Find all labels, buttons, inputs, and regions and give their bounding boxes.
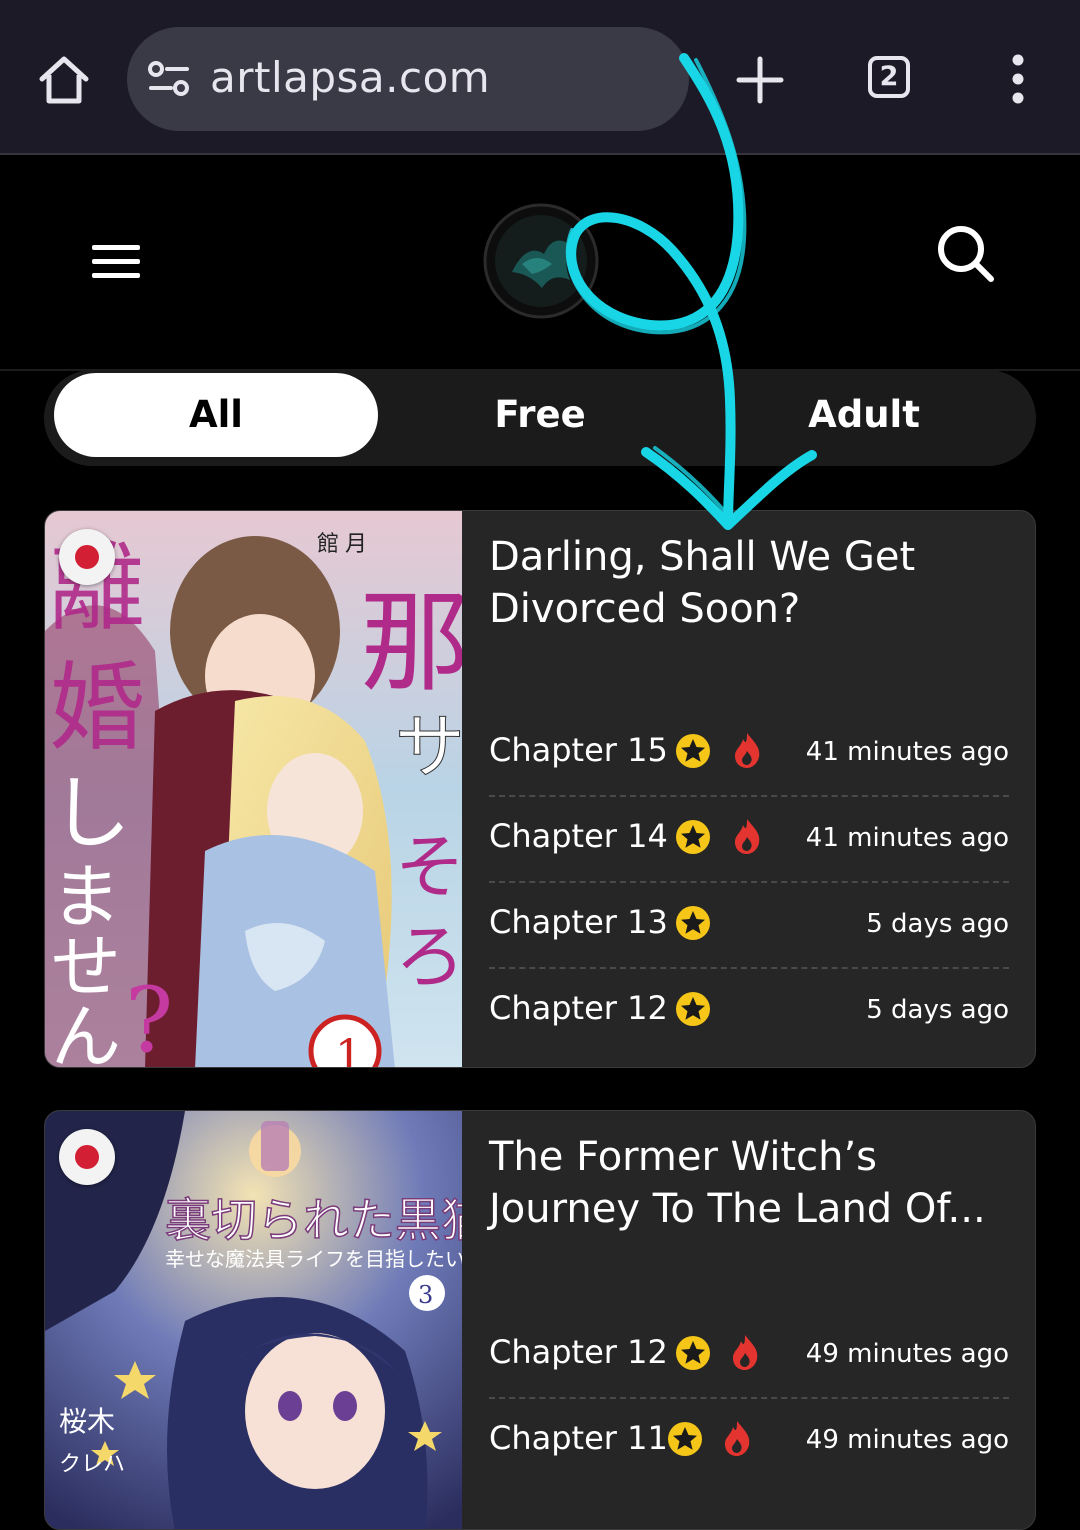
svg-text:婚: 婚: [49, 652, 145, 764]
japan-flag-icon: [59, 529, 115, 585]
manga-title[interactable]: Darling, Shall We Get Divorced Soon?: [489, 531, 1019, 635]
svg-text:那: 那: [360, 579, 462, 707]
cover-image[interactable]: 裏切られた黒猫 幸せな魔法具ライフを目指したい 3 桜木 クレハ: [45, 1111, 462, 1529]
svg-text:幸せな魔法具ライフを目指したい: 幸せな魔法具ライフを目指したい: [165, 1247, 462, 1271]
svg-text:クレハ: クレハ: [59, 1452, 125, 1477]
chapter-list: Chapter 15 41 minutes ago Chapter 14 41 …: [489, 711, 1009, 1055]
manga-card[interactable]: 裏切られた黒猫 幸せな魔法具ライフを目指したい 3 桜木 クレハ The For…: [44, 1110, 1036, 1530]
manga-title[interactable]: The Former Witch’s Journey To The Land O…: [489, 1131, 1019, 1235]
star-icon: [675, 819, 711, 855]
cover-image[interactable]: 離 婚 し ま せ ん 那 サ そ ろ ? 1 館 月: [45, 511, 462, 1067]
chapter-name[interactable]: Chapter 15: [489, 731, 668, 769]
star-icon: [675, 991, 711, 1027]
manga-card[interactable]: 離 婚 し ま せ ん 那 サ そ ろ ? 1 館 月 Darling, Sha…: [44, 510, 1036, 1068]
svg-text:?: ?: [125, 968, 173, 1067]
svg-text:館: 館: [317, 532, 339, 557]
svg-text:ろ: ろ: [395, 916, 462, 998]
chapter-time: 41 minutes ago: [805, 737, 1009, 767]
site-settings-icon[interactable]: [147, 60, 191, 98]
chapter-time: 49 minutes ago: [805, 1425, 1009, 1455]
chapter-name[interactable]: Chapter 14: [489, 817, 668, 855]
svg-text:ん: ん: [51, 996, 121, 1067]
url-text[interactable]: artlapsa.com: [210, 53, 490, 102]
site-logo[interactable]: [482, 202, 600, 320]
chapter-row[interactable]: Chapter 14 41 minutes ago: [489, 797, 1009, 883]
svg-text:裏切られた黒猫: 裏切られた黒猫: [165, 1193, 462, 1247]
fire-icon: [721, 1419, 753, 1457]
address-bar[interactable]: artlapsa.com: [127, 27, 689, 131]
star-icon: [675, 733, 711, 769]
fire-icon: [729, 1333, 761, 1371]
tab-free[interactable]: Free: [378, 373, 702, 457]
svg-text:サ: サ: [395, 706, 462, 788]
chapter-time: 41 minutes ago: [805, 823, 1009, 853]
svg-text:桜木: 桜木: [59, 1405, 115, 1438]
chapter-name[interactable]: Chapter 12: [489, 989, 668, 1027]
chapter-row[interactable]: Chapter 11 49 minutes ago: [489, 1399, 1009, 1485]
plus-icon[interactable]: [732, 52, 788, 108]
tab-all[interactable]: All: [54, 373, 378, 457]
tab-count: 2: [879, 61, 899, 92]
home-icon[interactable]: [36, 52, 92, 108]
search-icon[interactable]: [935, 223, 997, 285]
chapter-time: 5 days ago: [866, 995, 1009, 1025]
more-vert-icon[interactable]: [998, 52, 1038, 108]
chapter-name[interactable]: Chapter 11: [489, 1419, 668, 1457]
svg-text:そ: そ: [395, 826, 462, 908]
svg-text:1: 1: [335, 1031, 363, 1067]
star-icon: [667, 1421, 703, 1457]
japan-flag-icon: [59, 1129, 115, 1185]
chapter-name[interactable]: Chapter 13: [489, 903, 668, 941]
chapter-row[interactable]: Chapter 15 41 minutes ago: [489, 711, 1009, 797]
svg-text:し: し: [51, 767, 131, 860]
svg-text:3: 3: [418, 1281, 433, 1309]
chapter-time: 49 minutes ago: [805, 1339, 1009, 1369]
tab-adult[interactable]: Adult: [702, 373, 1026, 457]
chapter-row[interactable]: Chapter 13 5 days ago: [489, 883, 1009, 969]
chapter-list: Chapter 12 49 minutes ago Chapter 11 49 …: [489, 1313, 1009, 1485]
chapter-time: 5 days ago: [866, 909, 1009, 939]
star-icon: [675, 905, 711, 941]
chapter-row[interactable]: Chapter 12 5 days ago: [489, 969, 1009, 1055]
star-icon: [675, 1335, 711, 1371]
fire-icon: [731, 731, 763, 769]
tab-switcher-icon[interactable]: 2: [868, 56, 910, 98]
svg-text:月: 月: [345, 532, 367, 557]
browser-toolbar: artlapsa.com 2: [0, 0, 1080, 155]
site-header: [0, 155, 1080, 371]
hamburger-icon[interactable]: [90, 243, 142, 281]
content-filter-tabs: All Free Adult: [44, 370, 1036, 466]
chapter-row[interactable]: Chapter 12 49 minutes ago: [489, 1313, 1009, 1399]
fire-icon: [731, 817, 763, 855]
chapter-name[interactable]: Chapter 12: [489, 1333, 668, 1371]
